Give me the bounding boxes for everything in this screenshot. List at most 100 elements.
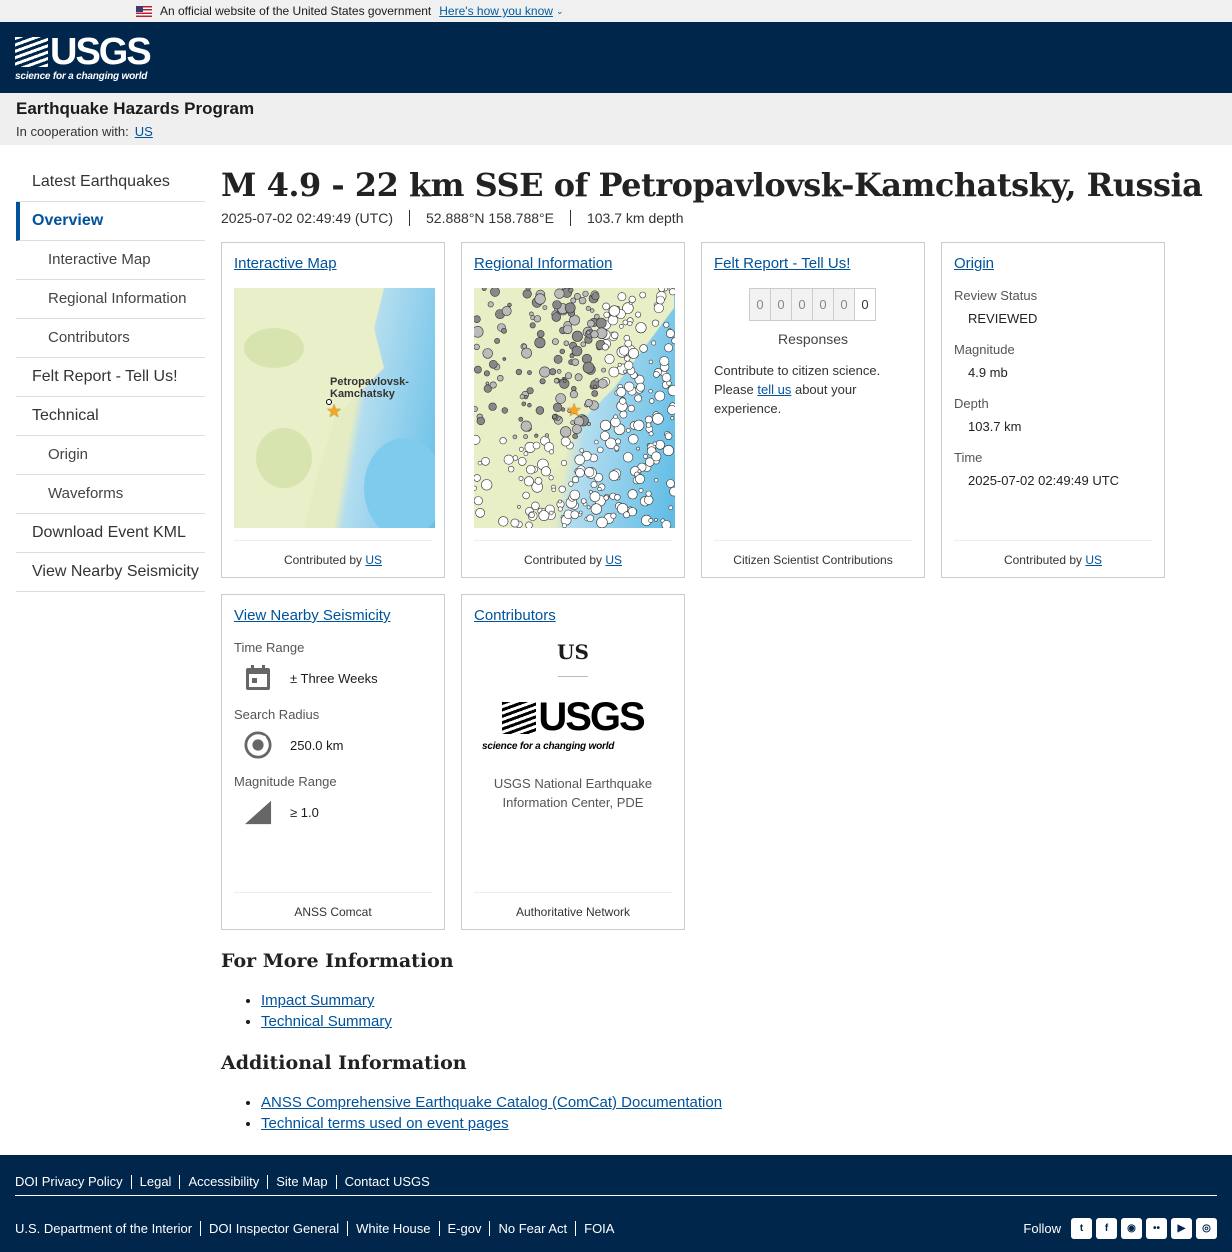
sidebar-item-interactive-map[interactable]: Interactive Map [16,241,205,280]
seismic-event-marker [481,457,490,466]
footer-link[interactable]: DOI Privacy Policy [15,1175,131,1189]
usgs-logo[interactable]: USGS science for a changing world [15,33,152,82]
seismic-event-marker [615,438,621,445]
sidebar-item-contributors[interactable]: Contributors [16,319,205,358]
seismic-event-marker [564,302,576,314]
github-icon[interactable]: ◉ [1121,1218,1142,1239]
origin-link[interactable]: Origin [954,255,994,272]
seismic-event-marker [586,514,594,523]
sidebar-item-overview[interactable]: Overview [16,202,205,241]
contributors-card[interactable]: Contributors US USGS science for a chang… [461,594,685,930]
list-item: Technical terms used on event pages [261,1113,1211,1134]
chevron-down-icon[interactable]: ⌄ [556,6,564,17]
footer-link[interactable]: No Fear Act [489,1221,575,1236]
seismic-event-marker [560,436,571,447]
counter-digit: 0 [833,288,855,321]
footer-link[interactable]: DOI Inspector General [200,1221,347,1236]
sidebar-item-waveforms[interactable]: Waveforms [16,475,205,514]
interactive-map-thumbnail[interactable]: Petropavlovsk- Kamchatsky ★ [234,288,435,528]
seismic-event-marker [483,370,490,377]
seismic-event-marker [523,451,529,456]
flickr-icon[interactable]: •• [1146,1218,1167,1239]
seismic-event-marker [608,470,620,481]
tell-us-link[interactable]: tell us [757,382,791,397]
sidebar-item-download-event-kml[interactable]: Download Event KML [16,514,205,553]
time-range-value: ± Three Weeks [290,670,378,686]
sidebar-item-view-nearby-seismicity[interactable]: View Nearby Seismicity [16,553,205,592]
map-place-label: Petropavlovsk- Kamchatsky [330,376,409,400]
seismic-event-marker [474,343,480,350]
seismic-event-marker [601,343,609,351]
seismic-event-marker [653,303,664,314]
time-value: 2025-07-02 02:49:49 UTC [968,473,1120,488]
footer-link[interactable]: Legal [130,1175,180,1189]
seismic-event-marker [553,354,563,364]
nearby-seismicity-link[interactable]: View Nearby Seismicity [234,607,390,624]
seismic-event-marker [548,475,554,481]
regional-info-card[interactable]: Regional Information ★ Contributed by US [461,242,685,578]
felt-report-card[interactable]: Felt Report - Tell Us! 000000 Responses … [701,242,925,578]
regional-info-link[interactable]: Regional Information [474,255,612,272]
footer-link[interactable]: E-gov [438,1221,490,1236]
sidebar-item-regional-information[interactable]: Regional Information [16,280,205,319]
facebook-icon[interactable]: f [1096,1218,1117,1239]
footer-link[interactable]: Accessibility [179,1175,267,1189]
info-link[interactable]: Impact Summary [261,992,374,1009]
footer-link[interactable]: Contact USGS [335,1175,438,1189]
seismic-event-marker [671,337,675,345]
seismic-event-marker [474,315,481,323]
youtube-icon[interactable]: ▶ [1171,1218,1192,1239]
footer-link[interactable]: FOIA [575,1221,622,1236]
seismic-event-marker [518,416,524,422]
seismic-event-marker [498,516,509,527]
nearby-seismicity-card[interactable]: View Nearby Seismicity Time Range ± Thre… [221,594,445,930]
contributor-link[interactable]: US [1085,553,1102,567]
seismic-event-marker [565,372,573,380]
info-link[interactable]: Technical terms used on event pages [261,1115,509,1132]
seismic-event-marker [608,305,620,317]
info-link[interactable]: Technical Summary [261,1013,392,1030]
magnitude-label: Magnitude [954,342,1015,357]
sidebar-item-felt-report-tell-us[interactable]: Felt Report - Tell Us! [16,358,205,397]
seismic-event-marker [590,481,598,488]
felt-report-link[interactable]: Felt Report - Tell Us! [714,255,850,272]
event-meta: 2025-07-02 02:49:49 (UTC) 52.888°N 158.7… [221,210,1211,226]
seismic-event-marker [533,315,542,323]
coop-link[interactable]: US [135,124,153,139]
seismic-event-marker [602,302,610,311]
calendar-icon [244,663,272,693]
seismic-event-marker [477,460,483,466]
interactive-map-card[interactable]: Interactive Map Petropavlovsk- Kamchatsk… [221,242,445,578]
contributors-link[interactable]: Contributors [474,607,556,624]
origin-card[interactable]: Origin Review Status REVIEWED Magnitude … [941,242,1165,578]
regional-map-thumbnail[interactable]: ★ [474,288,675,528]
more-info-heading: For More Information [221,950,454,972]
twitter-icon[interactable]: t [1071,1218,1092,1239]
how-you-know-link[interactable]: Here's how you know [439,4,553,18]
seismic-event-marker [666,380,672,386]
contributor-link[interactable]: US [605,553,622,567]
seismic-event-marker [644,495,654,505]
info-link[interactable]: ANSS Comprehensive Earthquake Catalog (C… [261,1094,722,1111]
seismic-event-marker [552,300,562,310]
footer-link[interactable]: U.S. Department of the Interior [15,1221,200,1236]
footer-link[interactable]: Site Map [267,1175,335,1189]
seismic-event-marker [610,512,617,519]
sidebar-item-origin[interactable]: Origin [16,436,205,475]
contributor-link[interactable]: US [365,553,382,567]
seismic-event-marker [494,338,500,344]
list-item: Impact Summary [261,990,1211,1011]
seismic-event-marker [597,486,602,492]
seismic-event-marker [522,289,532,299]
sidebar-item-latest-earthquakes[interactable]: Latest Earthquakes [16,163,205,202]
footer-links-secondary-row: U.S. Department of the Interior DOI Inspe… [15,1196,1217,1239]
seismic-event-marker [624,355,631,362]
sidebar-item-technical[interactable]: Technical [16,397,205,436]
seismic-event-marker [538,510,550,521]
instagram-icon[interactable]: ◎ [1196,1218,1217,1239]
program-title[interactable]: Earthquake Hazards Program [16,99,1216,119]
seismic-event-marker [574,373,583,382]
seismic-event-marker [648,431,654,437]
footer-link[interactable]: White House [347,1221,438,1236]
interactive-map-link[interactable]: Interactive Map [234,255,337,272]
